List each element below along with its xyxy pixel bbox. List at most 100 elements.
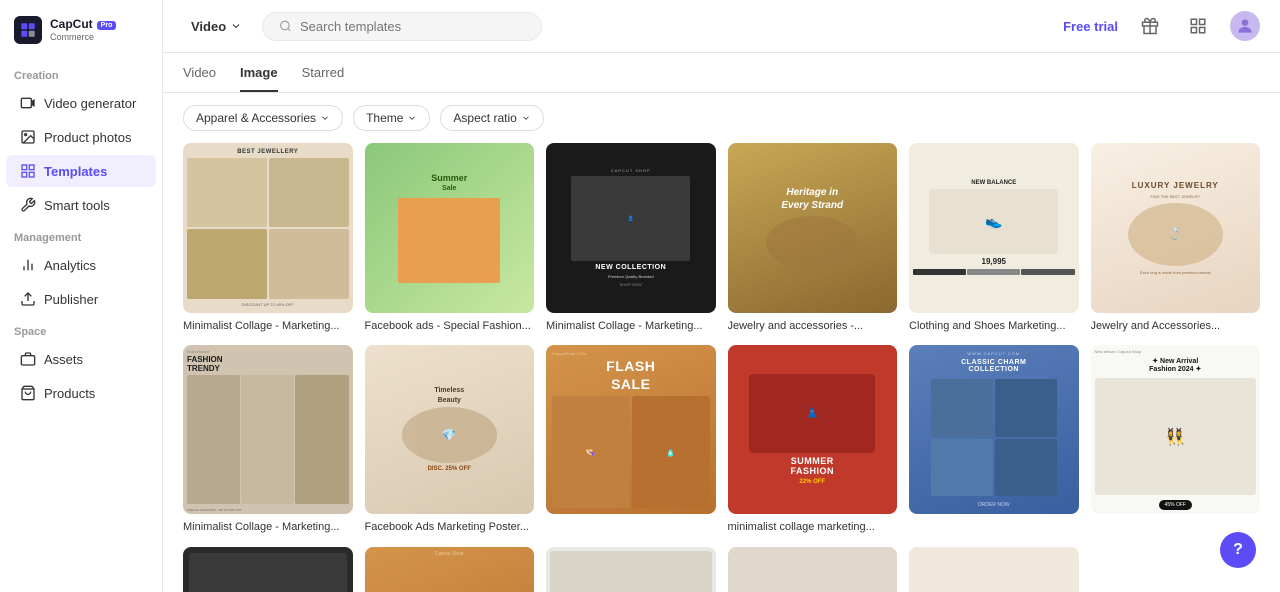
video-type-dropdown[interactable]: Video — [183, 15, 250, 38]
sidebar-item-templates-label: Templates — [44, 164, 107, 179]
layout-icon — [1189, 17, 1207, 35]
template-thumb: Capcut Shop 12/24 FLASH SALE 👒 🧴 — [546, 345, 716, 515]
template-label: Minimalist Collage - Marketing... — [183, 520, 353, 534]
template-label: Facebook ads - Special Fashion... — [365, 319, 535, 333]
topbar: Video Free trial — [163, 0, 1280, 53]
logo-sub: Commerce — [50, 32, 116, 42]
template-card[interactable]: Summer Sale Facebook ads - Special Fashi… — [365, 143, 535, 333]
template-thumb: BEST JEWELLERY DISCOUNT UP TO 40% OFF — [183, 143, 353, 313]
logo-text: CapCut Pro Commerce — [50, 18, 116, 41]
management-label: Management — [0, 222, 162, 248]
grid: BEST JEWELLERY DISCOUNT UP TO 40% OFF Mi… — [183, 143, 1260, 592]
sidebar: CapCut Pro Commerce Creation Video gener… — [0, 0, 163, 592]
search-icon — [279, 19, 292, 33]
chevron-down-icon — [407, 113, 417, 123]
template-card[interactable]: 🧥 CORPORATECHIC REDEFINING PROFESSIONAL … — [183, 547, 353, 592]
tab-video[interactable]: Video — [183, 65, 216, 92]
template-thumb — [909, 547, 1079, 592]
photo-icon — [20, 129, 36, 145]
template-label: Minimalist Collage - Marketing... — [183, 319, 353, 333]
assets-icon — [20, 351, 36, 367]
template-thumb: Brand Name FASHIONTRENDY SPECIAL DISCOUN… — [183, 345, 353, 515]
logo[interactable]: CapCut Pro Commerce — [0, 0, 162, 60]
template-card[interactable]: Brand Name FASHIONTRENDY SPECIAL DISCOUN… — [183, 345, 353, 535]
templates-grid: BEST JEWELLERY DISCOUNT UP TO 40% OFF Mi… — [163, 143, 1280, 592]
logo-main: CapCut — [50, 18, 93, 31]
template-thumb: LUXURY JEWELRY FIND THE BEST JEWELRY 💍 E… — [1091, 143, 1261, 313]
template-label: Jewelry and Accessories... — [1091, 319, 1261, 333]
layout-button[interactable] — [1182, 10, 1214, 42]
template-thumb: Capcut Shop 👒 Summer Collection — [365, 547, 535, 592]
sidebar-item-smart-tools[interactable]: Smart tools — [6, 189, 156, 221]
template-thumb: WWW.CAPCUT.COM CLASSIC CHARMCOLLECTION O… — [909, 345, 1079, 515]
sidebar-item-templates[interactable]: Templates — [6, 155, 156, 187]
filters: Apparel & Accessories Theme Aspect ratio — [163, 93, 1280, 143]
video-icon — [20, 95, 36, 111]
products-icon — [20, 385, 36, 401]
sidebar-item-product-photos[interactable]: Product photos — [6, 121, 156, 153]
template-card[interactable]: Capcut Shop 12/24 FLASH SALE 👒 🧴 — [546, 345, 716, 535]
space-label: Space — [0, 316, 162, 342]
template-card[interactable] — [728, 547, 898, 592]
template-thumb: 👗 SUMMERFASHION 22% OFF — [728, 345, 898, 515]
template-thumb: New arrival • Capcut Shop ✦ New ArrivalF… — [1091, 345, 1261, 515]
template-card[interactable]: WWW.CAPCUT.COM CLASSIC CHARMCOLLECTION O… — [909, 345, 1079, 535]
main-content: Video Free trial — [163, 0, 1280, 592]
template-card[interactable]: BEST JEWELLERY DISCOUNT UP TO 40% OFF Mi… — [183, 143, 353, 333]
sidebar-item-publisher[interactable]: Publisher — [6, 283, 156, 315]
template-card[interactable]: New arrival • Capcut Shop ✦ New ArrivalF… — [1091, 345, 1261, 535]
template-label: Clothing and Shoes Marketing... — [909, 319, 1079, 333]
chevron-down-icon — [320, 113, 330, 123]
content-area: Video Image Starred Apparel & Accessorie… — [163, 53, 1280, 592]
free-trial-button[interactable]: Free trial — [1063, 19, 1118, 34]
filter-theme[interactable]: Theme — [353, 105, 430, 131]
template-thumb: 👗 New FashionCollection — [546, 547, 716, 592]
template-card[interactable]: CAPCUT SHOP 👤 NEW COLLECTION Premium Qua… — [546, 143, 716, 333]
sidebar-item-video-generator[interactable]: Video generator — [6, 87, 156, 119]
template-thumb: 🧥 CORPORATECHIC REDEFINING PROFESSIONAL … — [183, 547, 353, 592]
sidebar-item-analytics-label: Analytics — [44, 258, 96, 273]
sidebar-item-assets[interactable]: Assets — [6, 343, 156, 375]
logo-badge: Pro — [97, 21, 117, 30]
template-card[interactable]: Capcut Shop 👒 Summer Collection — [365, 547, 535, 592]
search-input[interactable] — [300, 19, 525, 34]
sidebar-item-video-generator-label: Video generator — [44, 96, 136, 111]
template-thumb — [728, 547, 898, 592]
template-label: Jewelry and accessories -... — [728, 319, 898, 333]
chevron-down-icon — [521, 113, 531, 123]
template-card[interactable]: 👗 New FashionCollection — [546, 547, 716, 592]
template-thumb: Summer Sale — [365, 143, 535, 313]
search-box[interactable] — [262, 12, 542, 41]
sidebar-item-analytics[interactable]: Analytics — [6, 249, 156, 281]
sidebar-item-smart-tools-label: Smart tools — [44, 198, 110, 213]
template-icon — [20, 163, 36, 179]
sidebar-item-product-photos-label: Product photos — [44, 130, 131, 145]
tab-image[interactable]: Image — [240, 65, 278, 92]
creation-label: Creation — [0, 60, 162, 86]
logo-icon — [14, 16, 42, 44]
filter-category[interactable]: Apparel & Accessories — [183, 105, 343, 131]
template-label: Minimalist Collage - Marketing... — [546, 319, 716, 333]
template-label: Facebook Ads Marketing Poster... — [365, 520, 535, 534]
help-button[interactable]: ? — [1220, 532, 1256, 568]
publisher-icon — [20, 291, 36, 307]
avatar-icon — [1235, 16, 1255, 36]
sidebar-item-assets-label: Assets — [44, 352, 83, 367]
template-thumb: NEW BALANCE 👟 19,995 — [909, 143, 1079, 313]
template-card[interactable]: LUXURY JEWELRY FIND THE BEST JEWELRY 💍 E… — [1091, 143, 1261, 333]
tab-starred[interactable]: Starred — [302, 65, 345, 92]
template-card[interactable] — [909, 547, 1079, 592]
sidebar-item-products-label: Products — [44, 386, 95, 401]
topbar-left: Video — [183, 12, 542, 41]
sidebar-item-products[interactable]: Products — [6, 377, 156, 409]
template-card[interactable]: NEW BALANCE 👟 19,995 Clo — [909, 143, 1079, 333]
template-card[interactable]: Timeless Beauty 💎 DISC. 25% OFF Facebook… — [365, 345, 535, 535]
filter-aspect[interactable]: Aspect ratio — [440, 105, 543, 131]
avatar[interactable] — [1230, 11, 1260, 41]
template-card[interactable]: Heritage inEvery Strand Jewelry and acce… — [728, 143, 898, 333]
gift-button[interactable] — [1134, 10, 1166, 42]
topbar-right: Free trial — [1063, 10, 1260, 42]
template-thumb: Timeless Beauty 💎 DISC. 25% OFF — [365, 345, 535, 515]
template-card[interactable]: 👗 SUMMERFASHION 22% OFF minimalist colla… — [728, 345, 898, 535]
gift-icon — [1141, 17, 1159, 35]
